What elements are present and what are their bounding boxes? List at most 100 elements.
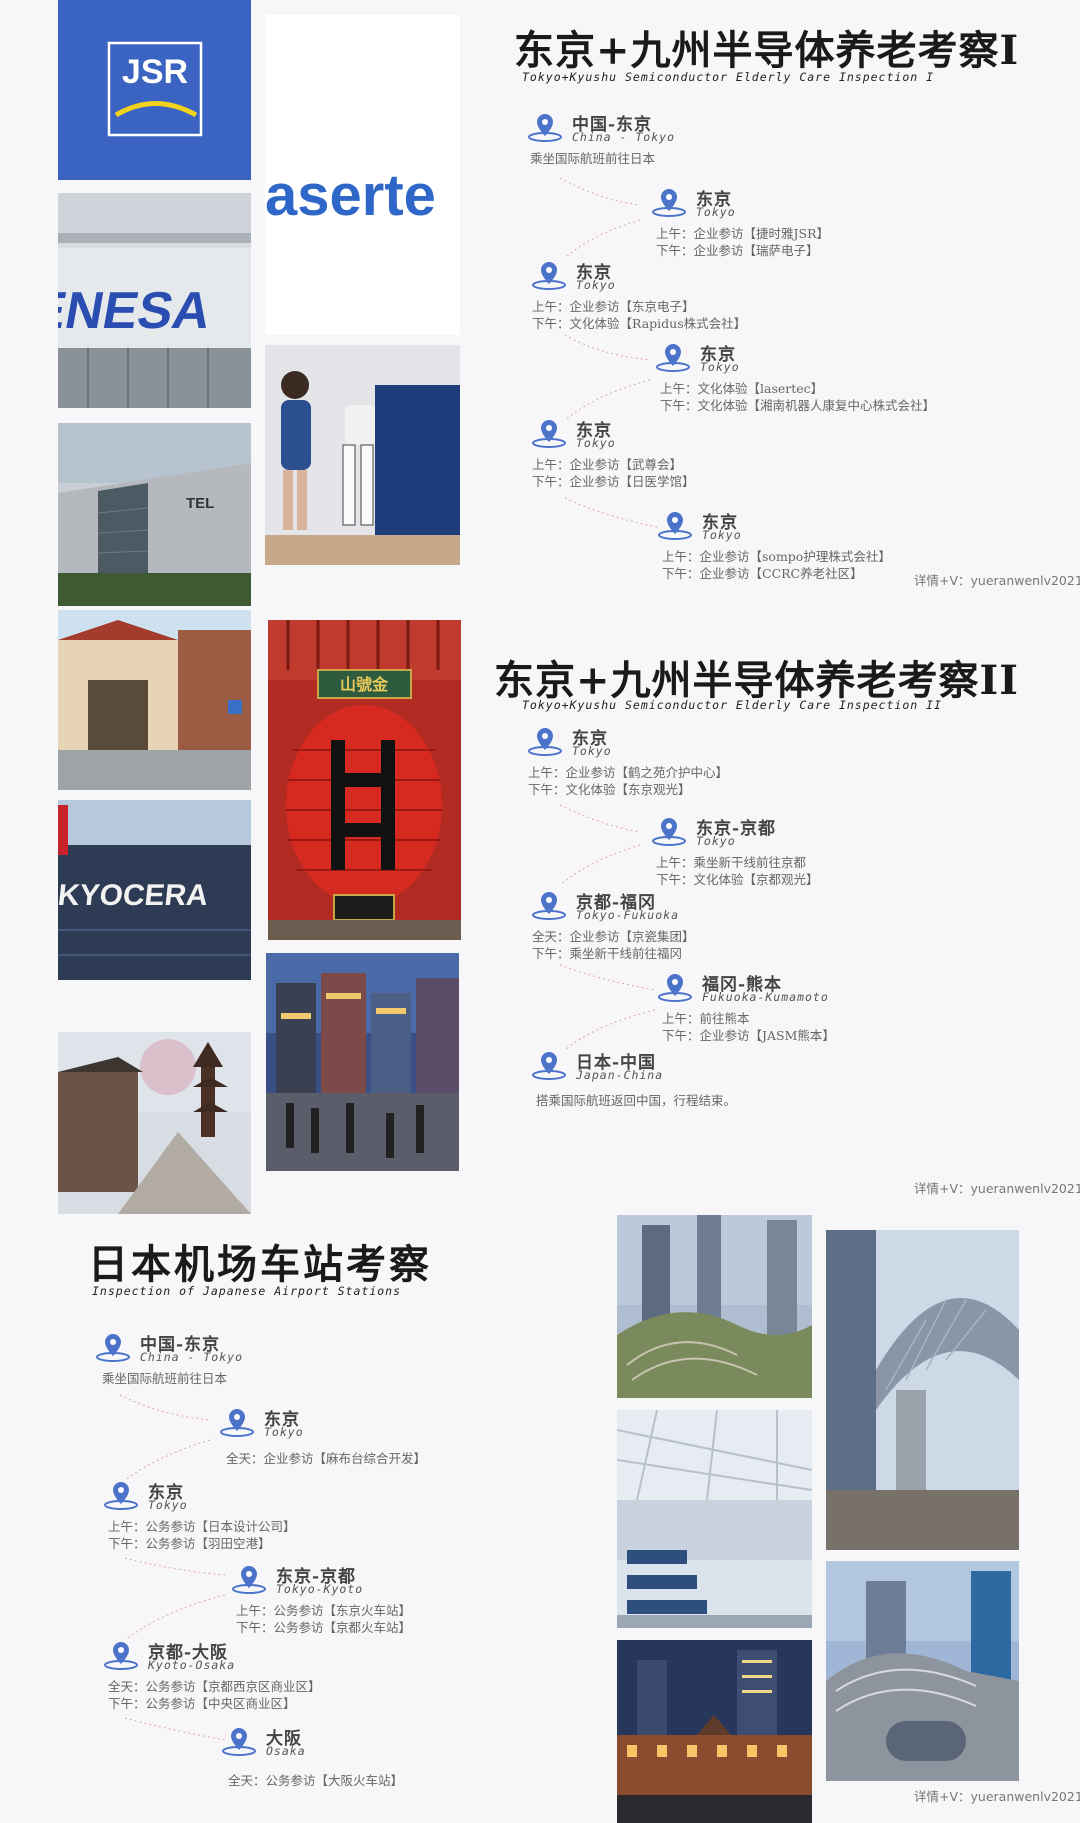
stop-schedule: 上午：公务参访【东京火车站】 下午：公务参访【京都火车站】 <box>236 1602 411 1636</box>
azabudai-towers-photo <box>617 1215 812 1398</box>
stop-place-en: Tokyo <box>572 744 612 758</box>
stop-place-en: Tokyo <box>700 360 740 374</box>
section-3-stop-6: 大阪 Osaka 全天：公务参访【大阪火车站】 <box>222 1724 522 1794</box>
section-1-stop-5: 东京 Tokyo 上午：企业参访【武尊会】 下午：企业参访【日医学馆】 <box>532 416 862 489</box>
location-pin-icon <box>220 1409 254 1437</box>
location-pin-icon <box>104 1642 138 1670</box>
section-3-stop-4: 东京-京都 Tokyo-Kyoto 上午：公务参访【东京火车站】 下午：公务参访【… <box>232 1562 532 1635</box>
stop-schedule: 上午：企业参访【东京电子】下午：文化体验【Rapidus株式会社】 <box>532 298 746 332</box>
stop-place-en: Tokyo <box>148 1498 188 1512</box>
stop-schedule: 上午：文化体验【lasertec】下午：文化体验【湘南机器人康复中心株式会社】 <box>660 380 935 414</box>
section-3-title: 日本机场车站考察 <box>88 1241 432 1288</box>
section-3-subtitle: Inspection of Japanese Airport Stations <box>92 1284 402 1298</box>
location-pin-icon <box>532 892 566 920</box>
section-3-stop-2: 东京 Tokyo 全天：企业参访【麻布台综合开发】 <box>220 1405 520 1466</box>
stop-place-en: Tokyo-Fukuoka <box>576 908 680 922</box>
stop-place-en: China - Tokyo <box>572 130 676 144</box>
schedule-line: 下午：企业参访【JASM熊本】 <box>662 1028 835 1043</box>
stop-schedule: 全天：企业参访【京瓷集团】 下午：乘坐新干线前往福冈 <box>532 928 695 962</box>
section-1-contact: 详情+V：yueranwenlv2021 <box>914 573 1080 588</box>
tel-sign-text: TEL <box>186 495 214 512</box>
stop-place-en: Osaka <box>266 1744 306 1758</box>
stop-schedule: 全天：公务参访【京都西京区商业区】 下午：公务参访【中央区商业区】 <box>108 1678 321 1712</box>
stop-schedule: 上午：企业参访【鹤之苑介护中心】 下午：文化体验【东京观光】 <box>528 764 728 798</box>
schedule-line: 下午：公务参访【羽田空港】 <box>108 1536 271 1551</box>
location-pin-icon <box>104 1482 138 1510</box>
section-2-subtitle: Tokyo+Kyushu Semiconductor Elderly Care … <box>522 698 942 712</box>
location-pin-icon <box>528 728 562 756</box>
city-crossing-photo <box>266 953 459 1171</box>
schedule-line: 上午：乘坐新干线前往京都 <box>656 855 807 870</box>
schedule-line: 下午：文化体验【Rapidus株式会社】 <box>532 316 747 331</box>
stop-schedule: 上午：企业参访【sompo护理株式会社】 下午：企业参访【CCRC养老社区】 <box>662 548 891 582</box>
stop-schedule: 搭乘国际航班返回中国，行程结束。 <box>536 1092 736 1109</box>
location-pin-icon <box>532 262 566 290</box>
location-pin-icon <box>232 1566 266 1594</box>
section-1-stop-1: 中国-东京 China - Tokyo 乘坐国际航班前往日本 <box>528 110 828 170</box>
section-3-stop-1: 中国-东京 China - Tokyo 乘坐国际航班前往日本 <box>96 1330 396 1390</box>
section-2-stop-4: 福冈-熊本 Fukuoka-Kumamoto 上午：前往熊本 下午：企业参访【JA… <box>658 970 978 1043</box>
schedule-line: 上午：前往熊本 <box>662 1011 750 1026</box>
schedule-line: 乘坐国际航班前往日本 <box>102 1371 228 1386</box>
section-3-stop-5: 京都-大阪 Kyoto-Osaka 全天：公务参访【京都西京区商业区】 下午：公务… <box>104 1638 434 1711</box>
stop-place-en: Japan-China <box>576 1068 664 1082</box>
schedule-line: 乘坐国际航班前往日本 <box>530 151 656 166</box>
location-pin-icon <box>222 1728 256 1756</box>
schedule-line: 上午：文化体验【lasertec】 <box>660 381 824 396</box>
location-pin-icon <box>656 344 690 372</box>
location-pin-icon <box>528 114 562 142</box>
gate-plaque-text: 山號金 <box>340 675 389 694</box>
marunouchi-station-night-photo <box>617 1640 812 1823</box>
schedule-line: 上午：公务参访【日本设计公司】 <box>108 1519 296 1534</box>
stop-place-en: Tokyo <box>264 1425 304 1439</box>
schedule-line: 全天：公务参访【京都西京区商业区】 <box>108 1679 321 1694</box>
stop-place-en: Tokyo <box>702 528 742 542</box>
location-pin-icon <box>652 818 686 846</box>
schedule-line: 上午：企业参访【鹤之苑介护中心】 <box>528 765 729 780</box>
stop-place-en: China - Tokyo <box>140 1350 244 1364</box>
schedule-line: 下午：文化体验【京都观光】 <box>656 872 819 887</box>
stop-place-en: Tokyo <box>576 278 616 292</box>
schedule-line: 上午：企业参访【捷时雅JSR】 <box>656 226 829 241</box>
stop-schedule: 上午：公务参访【日本设计公司】 下午：公务参访【羽田空港】 <box>108 1518 296 1552</box>
section-2-stop-1: 东京 Tokyo 上午：企业参访【鹤之苑介护中心】 下午：文化体验【东京观光】 <box>528 724 828 797</box>
section-3-contact: 详情+V：yueranwenlv2021 <box>914 1789 1080 1804</box>
stop-place-en: Tokyo <box>696 205 736 219</box>
section-1-subtitle: Tokyo+Kyushu Semiconductor Elderly Care … <box>522 70 935 84</box>
lasertec-sign-photo: aserte <box>265 15 460 335</box>
section-2-stop-5: 日本-中国 Japan-China 搭乘国际航班返回中国，行程结束。 <box>532 1048 862 1108</box>
stop-place-en: Tokyo <box>576 436 616 450</box>
section-1-title: 东京+九州半导体养老考察I <box>514 27 1020 74</box>
schedule-line: 下午：文化体验【湘南机器人康复中心株式会社】 <box>660 398 936 413</box>
stop-schedule: 上午：企业参访【武尊会】 下午：企业参访【日医学馆】 <box>532 456 695 490</box>
schedule-line: 下午：公务参访【京都火车站】 <box>236 1620 412 1635</box>
location-pin-icon <box>658 974 692 1002</box>
schedule-line: 下午：企业参访【CCRC养老社区】 <box>662 566 863 581</box>
schedule-line: 上午：企业参访【东京电子】 <box>532 299 695 314</box>
station-dome-photo <box>826 1230 1019 1550</box>
section-1-stop-3: 东京 Tokyo 上午：企业参访【东京电子】 下午：文化体验【Rapidus株式会… <box>532 258 862 331</box>
schedule-line: 上午：企业参访【武尊会】 <box>532 457 683 472</box>
nursing-home-photo <box>58 610 251 790</box>
schedule-line: 全天：企业参访【麻布台综合开发】 <box>226 1451 427 1466</box>
section-1-stop-6: 东京 Tokyo 上午：企业参访【sompo护理株式会社】 下午：企业参访【CCR… <box>658 508 958 581</box>
stop-schedule: 乘坐国际航班前往日本 <box>530 150 655 167</box>
location-pin-icon <box>532 420 566 448</box>
kyocera-building-photo: KYOCERA <box>58 800 251 980</box>
stop-place-en: Tokyo <box>696 834 736 848</box>
stop-schedule: 全天：公务参访【大阪火车站】 <box>228 1772 403 1789</box>
stop-place-en: Tokyo-Kyoto <box>276 1582 364 1596</box>
section-2-stop-2: 东京-京都 Tokyo 上午：乘坐新干线前往京都 下午：文化体验【京都观光】 <box>652 814 972 887</box>
schedule-line: 下午：企业参访【瑞萨电子】 <box>656 243 819 258</box>
location-pin-icon <box>658 512 692 540</box>
tel-building-photo: TEL <box>58 423 251 606</box>
section-3-stop-3: 东京 Tokyo 上午：公务参访【日本设计公司】 下午：公务参访【羽田空港】 <box>104 1478 404 1551</box>
rehab-robot-photo <box>265 345 460 565</box>
lasertec-sign-text: aserte <box>265 163 436 228</box>
stop-schedule: 上午：企业参访【捷时雅JSR】 下午：企业参访【瑞萨电子】 <box>656 225 829 259</box>
kyocera-sign-text: KYOCERA <box>58 879 210 912</box>
section-1-stop-4: 东京 Tokyo 上午：文化体验【lasertec】 下午：文化体验【湘南机器人康… <box>656 340 1016 413</box>
kyoto-pagoda-photo <box>58 1032 251 1214</box>
section-1-stop-2: 东京 Tokyo 上午：企业参访【捷时雅JSR】 下午：企业参访【瑞萨电子】 <box>652 185 972 258</box>
stop-place-en: Fukuoka-Kumamoto <box>702 990 829 1004</box>
